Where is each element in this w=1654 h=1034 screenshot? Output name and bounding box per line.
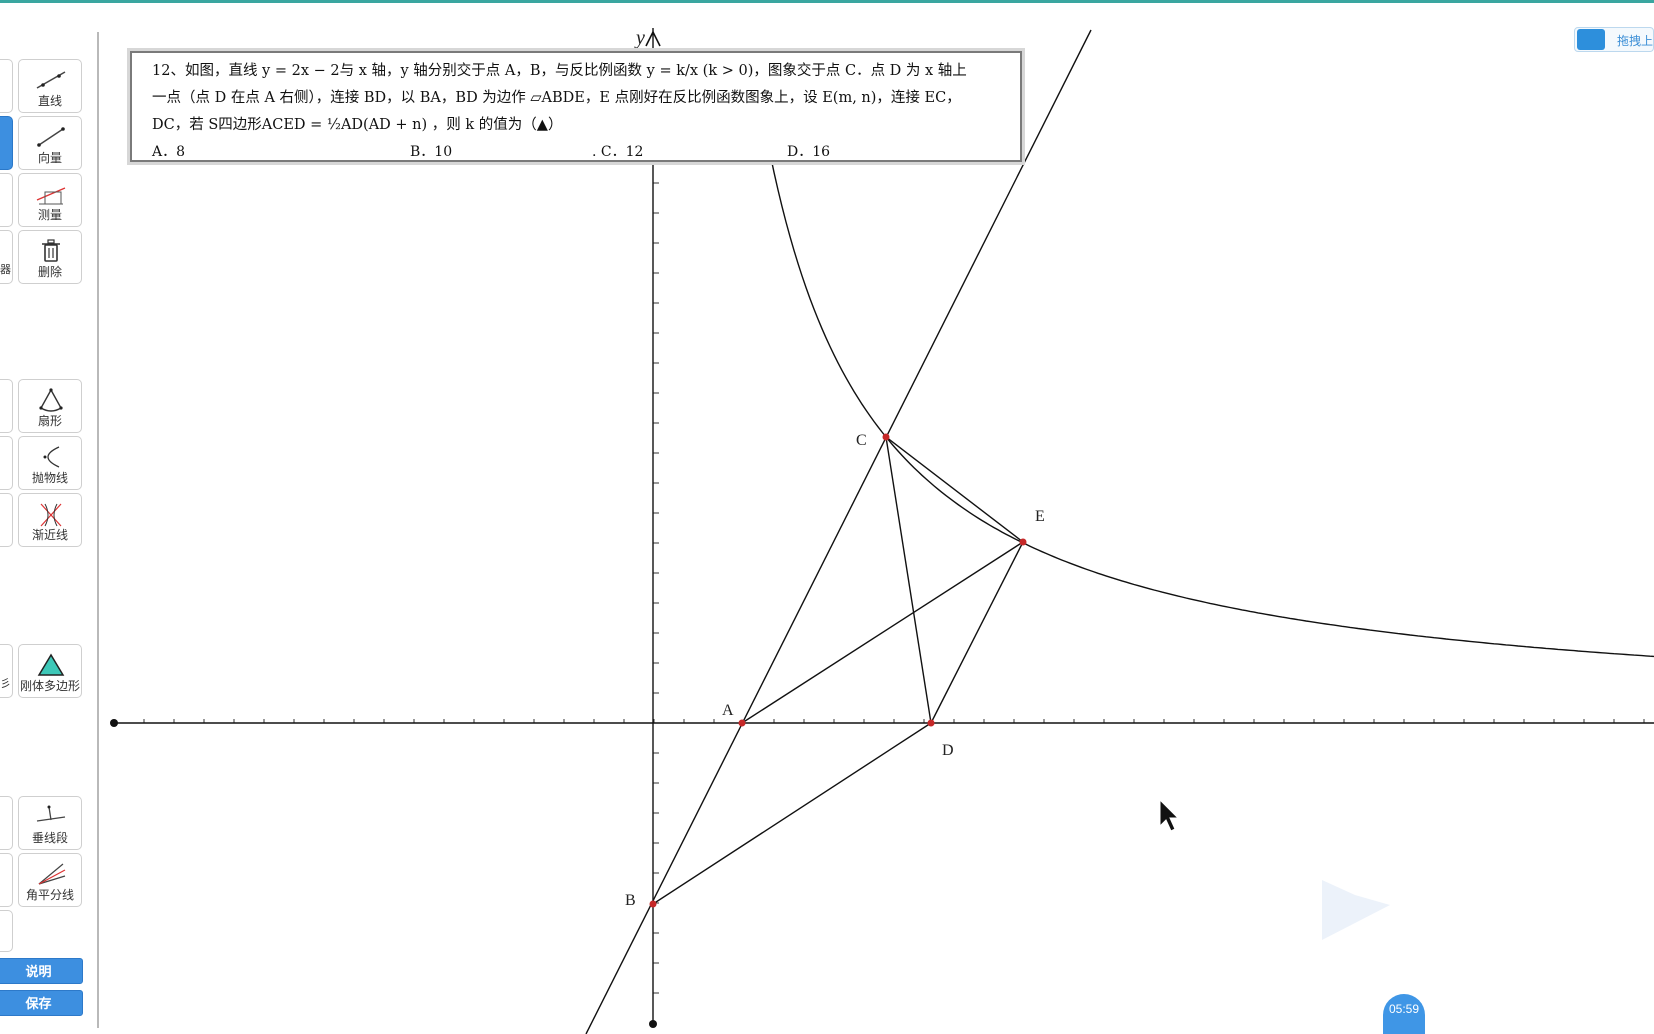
- tool-stub-1[interactable]: [0, 59, 13, 113]
- point-B[interactable]: [649, 900, 657, 908]
- segment-CE[interactable]: [885, 436, 1024, 543]
- tool-stub-9[interactable]: [0, 796, 13, 850]
- y-axis-ticks: [653, 182, 659, 994]
- label-A: A: [722, 702, 734, 719]
- point-C[interactable]: [882, 433, 890, 441]
- trash-icon: [42, 239, 60, 262]
- option-b: B．10: [410, 144, 453, 160]
- perpendicular-segment-tool-button[interactable]: 垂线段: [18, 796, 82, 850]
- tool-stub-7[interactable]: [0, 493, 13, 547]
- asymptote-icon: [40, 503, 62, 527]
- explain-button[interactable]: 说明: [0, 958, 83, 984]
- label-D: D: [942, 742, 954, 759]
- tool-stub-11[interactable]: [0, 910, 13, 952]
- label-B: B: [625, 892, 636, 909]
- tool-stub-3[interactable]: [0, 173, 13, 227]
- mouse-cursor-icon: [1159, 798, 1180, 832]
- delete-tool-button[interactable]: 删除: [18, 230, 82, 284]
- vector-icon: [37, 127, 65, 147]
- measure-icon: [36, 187, 66, 205]
- tool-stub-6[interactable]: [0, 436, 13, 490]
- problem-line-2: 一点（点 D 在点 A 右侧），连接 BD，以 BA，BD 为边作 ▱ABDE，…: [152, 90, 961, 106]
- line-y-2x-2[interactable]: [585, 29, 1092, 1034]
- x-axis-endpoint[interactable]: [110, 719, 118, 727]
- point-D[interactable]: [927, 719, 935, 727]
- line-icon: [36, 71, 66, 89]
- segment-DE[interactable]: [930, 541, 1024, 724]
- problem-line-3: DC，若 S四边形ACED = ½AD(AD + n) ，则 k 的值为（▲）: [152, 117, 563, 133]
- segment-BD[interactable]: [652, 722, 932, 905]
- cloud-icon: [1577, 29, 1605, 50]
- asymptote-tool-button[interactable]: 渐近线: [18, 493, 82, 547]
- measure-tool-button[interactable]: 测量: [18, 173, 82, 227]
- y-axis-endpoint[interactable]: [649, 1020, 657, 1028]
- cloud-drag-widget[interactable]: 拖拽上: [1574, 27, 1654, 52]
- sector-tool-button[interactable]: 扇形: [18, 379, 82, 433]
- label-C: C: [856, 432, 867, 449]
- line-tool-button[interactable]: 直线: [18, 59, 82, 113]
- option-d: D．16: [787, 144, 831, 160]
- rigid-polygon-tool-button[interactable]: 刚体多边形: [18, 644, 82, 698]
- segment-CD[interactable]: [885, 436, 932, 724]
- point-E[interactable]: [1019, 538, 1027, 546]
- save-button[interactable]: 保存: [0, 990, 83, 1016]
- angle-bisector-icon: [38, 863, 66, 885]
- tool-palette: 器 彡 直线 向量 测量 删除 扇形 抛物线 渐近线 刚体多边形 垂线段 角平分…: [0, 32, 99, 1028]
- problem-line-1: 12、如图，直线 y = 2x − 2与 x 轴，y 轴分别交于点 A，B，与反…: [152, 63, 967, 79]
- parabola-icon: [43, 446, 60, 468]
- tool-stub-2-active[interactable]: [0, 116, 13, 170]
- segment-AE[interactable]: [741, 541, 1024, 724]
- sector-icon: [39, 388, 63, 412]
- tool-stub-10[interactable]: [0, 853, 13, 907]
- parabola-tool-button[interactable]: 抛物线: [18, 436, 82, 490]
- tool-stub-5[interactable]: [0, 379, 13, 433]
- vector-tool-button[interactable]: 向量: [18, 116, 82, 170]
- angle-bisector-tool-button[interactable]: 角平分线: [18, 853, 82, 907]
- label-E: E: [1035, 508, 1045, 525]
- option-a: A．8: [152, 144, 186, 160]
- y-axis-label: y: [634, 27, 645, 49]
- point-A[interactable]: [738, 719, 746, 727]
- triangle-icon: [37, 653, 65, 676]
- option-c: . C．12: [592, 144, 644, 160]
- problem-statement-box: 12、如图，直线 y = 2x − 2与 x 轴，y 轴分别交于点 A，B，与反…: [127, 48, 1025, 165]
- watermark-logo-icon: [1322, 880, 1390, 940]
- tool-stub-4[interactable]: 器: [0, 230, 13, 284]
- recording-timer[interactable]: 05:59: [1383, 994, 1425, 1034]
- tool-stub-8[interactable]: 彡: [0, 644, 13, 698]
- perpendicular-icon: [36, 805, 66, 822]
